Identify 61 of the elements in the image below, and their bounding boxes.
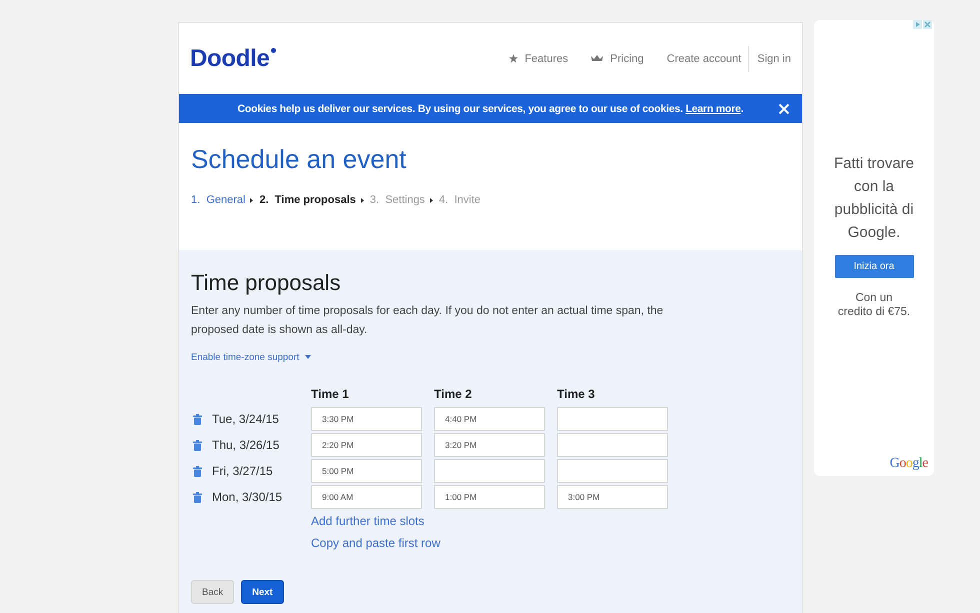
cookie-message: Cookies help us deliver our services. By using our services, you agree to our use of cookies. Learn more. <box>238 102 744 114</box>
date-label: Thu, 3/26/15 <box>212 438 280 452</box>
google-logo: Google <box>890 456 928 472</box>
back-button[interactable]: Back <box>191 580 234 604</box>
delete-row-button[interactable] <box>193 466 202 476</box>
trash-icon <box>193 414 202 424</box>
time-input[interactable] <box>557 459 668 483</box>
ad-note: Con un credito di €75. <box>837 291 911 319</box>
ad-info-icon[interactable] <box>913 20 922 29</box>
time-input[interactable]: 2:20 PM <box>311 433 422 457</box>
next-button[interactable]: Next <box>241 580 284 604</box>
wizard-step: 2. Time proposals <box>259 194 356 206</box>
caret-icon <box>430 198 433 202</box>
trash-icon <box>193 440 202 450</box>
doodle-logo[interactable]: Doodle <box>190 44 276 72</box>
time-input[interactable]: 3:00 PM <box>557 485 668 509</box>
date-label: Mon, 3/30/15 <box>212 490 282 504</box>
trash-icon <box>193 492 202 502</box>
nav-link[interactable]: Pricing <box>591 52 644 64</box>
ad-button[interactable]: Inizia ora <box>834 255 914 278</box>
ad-text: Fatti trovare con la pubblicità di Google. <box>832 154 916 243</box>
wizard-step: 4. Invite <box>438 194 481 206</box>
column-header: Time 1 <box>311 386 350 403</box>
star-icon <box>508 54 518 63</box>
section-description: Enter any number of time proposals for each day. If you do not enter an actual time span, the proposed date is shown as all-day. <box>191 304 664 338</box>
nav-link[interactable]: Sign in <box>757 52 791 64</box>
date-label: Fri, 3/27/15 <box>212 464 273 478</box>
time-input[interactable]: 3:30 PM <box>311 407 422 431</box>
delete-row-button[interactable] <box>193 492 202 502</box>
logo-dot-icon <box>270 48 276 52</box>
time-input[interactable]: 5:00 PM <box>311 459 422 483</box>
learn-more-link[interactable]: Learn more <box>686 102 741 114</box>
close-icon[interactable] <box>923 20 932 29</box>
time-input[interactable]: 3:20 PM <box>434 433 545 457</box>
wizard-step[interactable]: 1. General <box>191 194 246 206</box>
timezone-link[interactable]: Enable time-zone support <box>191 349 312 365</box>
date-label: Tue, 3/24/15 <box>212 412 279 426</box>
section-heading: Time proposals <box>191 270 342 296</box>
time-input[interactable] <box>434 459 545 483</box>
nav-link[interactable]: Features <box>508 52 568 64</box>
page-title: Schedule an event <box>191 143 408 175</box>
wizard-step: 3. Settings <box>370 194 425 206</box>
column-header: Time 3 <box>557 386 596 403</box>
delete-row-button[interactable] <box>193 414 202 424</box>
crown-icon <box>591 55 604 62</box>
time-input[interactable]: 9:00 AM <box>311 485 422 509</box>
time-input[interactable] <box>557 433 668 457</box>
action-link[interactable]: Add further time slots <box>311 511 424 531</box>
nav-link[interactable]: Create account <box>666 52 742 64</box>
time-input[interactable]: 1:00 PM <box>434 485 545 509</box>
column-header: Time 2 <box>434 386 473 403</box>
time-input[interactable]: 4:40 PM <box>434 407 545 431</box>
caret-down-icon <box>305 355 312 359</box>
trash-icon <box>193 466 202 476</box>
action-link[interactable]: Copy and paste first row <box>311 533 440 553</box>
delete-row-button[interactable] <box>193 440 202 450</box>
time-input[interactable] <box>557 407 668 431</box>
caret-icon <box>360 198 364 202</box>
close-icon <box>778 103 790 115</box>
caret-icon <box>250 198 254 202</box>
close-button[interactable] <box>778 103 790 115</box>
